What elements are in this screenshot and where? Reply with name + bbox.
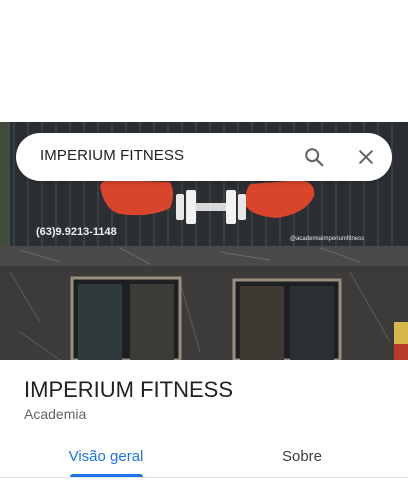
photo-phone-text: (63)9.9213-1148 [36, 226, 117, 238]
place-title: IMPERIUM FITNESS [24, 377, 234, 402]
photo-instagram-text: @academiaimperiumfitness [290, 236, 364, 242]
search-input[interactable]: IMPERIUM FITNESS [40, 147, 184, 164]
search-box[interactable]: IMPERIUM FITNESS [16, 133, 392, 181]
place-tabs: Visão geral Sobre [0, 436, 408, 478]
tab-about[interactable]: Sobre [232, 436, 372, 477]
place-category[interactable]: Academia [24, 406, 86, 422]
tab-selected-indicator [70, 474, 143, 477]
map-blank-area [0, 0, 408, 122]
close-icon[interactable] [352, 143, 380, 171]
tab-overview[interactable]: Visão geral [36, 436, 176, 477]
search-icon[interactable] [300, 143, 328, 171]
